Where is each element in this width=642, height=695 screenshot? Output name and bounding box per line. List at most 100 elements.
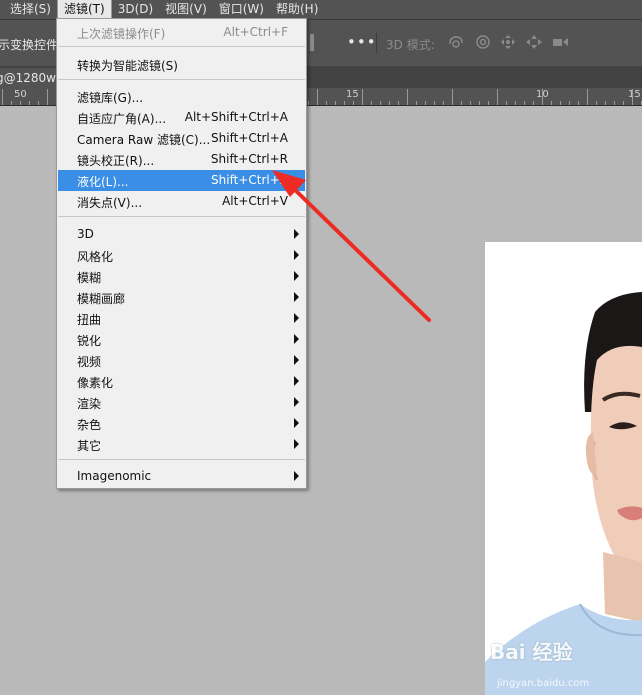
show-transform-controls-label[interactable]: 示变换控件 [0,36,58,53]
menu-item-shortcut: Alt+Ctrl+V [222,194,288,208]
menu-item-convert-smart-filter[interactable]: 转换为智能滤镜(S) [58,54,305,75]
submenu-arrow-icon [294,271,299,281]
scale-3d-icon[interactable] [551,34,569,50]
menu-select[interactable]: 选择(S) [4,0,57,19]
menu-item-label: 转换为智能滤镜(S) [77,59,178,73]
menu-item-vanishing-point[interactable]: 消失点(V)... Alt+Ctrl+V [58,191,305,212]
ruler-tick [542,89,543,105]
menu-item-shortcut: Shift+Ctrl+X [211,173,288,187]
ruler-tick [407,89,408,105]
menu-item-label: 模糊 [77,271,102,285]
ruler-tick [371,101,372,105]
ruler-tick [416,101,417,105]
ruler-tick [29,101,30,105]
menu-item-stylize[interactable]: 风格化 [58,245,305,266]
menu-item-label: 自适应广角(A)... [77,112,167,126]
ruler-tick [353,101,354,105]
ruler-tick [587,89,588,105]
menu-item-other[interactable]: 其它 [58,434,305,455]
ruler-tick [479,101,480,105]
menu-item-imagenomic[interactable]: Imagenomic [58,466,305,487]
menu-item-label: 3D [77,227,94,241]
document-tab[interactable]: g@1280w [0,68,64,88]
menu-item-camera-raw[interactable]: Camera Raw 滤镜(C)... Shift+Ctrl+A [58,128,305,149]
menu-item-label: 滤镜库(G)... [77,91,144,105]
menu-item-shortcut: Shift+Ctrl+A [211,131,288,145]
ruler-tick [497,89,498,105]
menu-item-label: 其它 [77,439,102,453]
ruler-tick [2,89,3,105]
ruler-tick [20,101,21,105]
ruler-tick [335,101,336,105]
menu-filter[interactable]: 滤镜(T) [56,0,112,19]
roll-3d-icon[interactable] [474,34,492,50]
ruler-tick [443,101,444,105]
pan-3d-icon[interactable] [499,34,517,50]
ruler-tick [389,101,390,105]
slide-3d-icon[interactable] [525,34,543,50]
ruler-tick [560,101,561,105]
ruler-label: 50 [14,89,27,100]
toolbar-divider [376,33,377,53]
portrait-photo [485,242,642,695]
menu-item-shortcut: Alt+Ctrl+F [223,25,288,39]
menu-item-label: 渲染 [77,397,102,411]
ruler-tick [470,101,471,105]
menu-item-sharpen[interactable]: 锐化 [58,329,305,350]
ruler-tick [614,101,615,105]
submenu-arrow-icon [294,292,299,302]
submenu-arrow-icon [294,313,299,323]
menu-item-blur[interactable]: 模糊 [58,266,305,287]
menu-item-render[interactable]: 渲染 [58,392,305,413]
menu-item-noise[interactable]: 杂色 [58,413,305,434]
menu-item-adaptive-wide-angle[interactable]: 自适应广角(A)... Alt+Shift+Ctrl+A [58,107,305,128]
menu-view[interactable]: 视图(V) [159,0,213,19]
submenu-arrow-icon [294,376,299,386]
menu-window[interactable]: 窗口(W) [213,0,270,19]
ruler-tick [569,101,570,105]
ruler-label: 15 [628,89,641,100]
menu-separator [58,459,305,460]
menu-3d[interactable]: 3D(D) [112,0,159,19]
menu-item-label: 上次滤镜操作(F) [77,27,166,41]
menu-item-shortcut: Alt+Shift+Ctrl+A [184,110,288,124]
menu-item-video[interactable]: 视频 [58,350,305,371]
menu-item-label: Imagenomic [77,469,152,483]
rotate-3d-icon[interactable] [447,34,465,50]
ruler-tick [344,101,345,105]
menu-item-label: 杂色 [77,418,102,432]
menu-item-liquify[interactable]: 液化(L)... Shift+Ctrl+X [58,170,305,191]
baidu-watermark: Bai 经验 [490,640,573,664]
submenu-arrow-icon [294,250,299,260]
ruler-tick [488,101,489,105]
ruler-tick [551,101,552,105]
menu-item-filter-gallery[interactable]: 滤镜库(G)... [58,86,305,107]
more-options-button[interactable]: ••• [347,33,377,51]
ruler-tick [398,101,399,105]
ruler-label: 15 [346,89,359,100]
submenu-arrow-icon [294,439,299,449]
menu-item-3d[interactable]: 3D [58,224,305,245]
submenu-arrow-icon [294,418,299,428]
ruler-tick [515,101,516,105]
ruler-tick [380,101,381,105]
menu-item-last-filter[interactable]: 上次滤镜操作(F) Alt+Ctrl+F [58,22,305,43]
ruler-tick [317,89,318,105]
menu-item-label: 视频 [77,355,102,369]
mode-3d-label: 3D 模式: [386,38,435,52]
ruler-tick [578,101,579,105]
menu-item-label: 镜头校正(R)... [77,154,155,168]
align-stub-icon [310,34,314,51]
menu-item-distort[interactable]: 扭曲 [58,308,305,329]
ruler-tick [461,101,462,105]
menu-item-pixelate[interactable]: 像素化 [58,371,305,392]
menu-item-label: 风格化 [77,250,114,264]
ruler-tick [632,89,633,105]
menu-item-lens-correction[interactable]: 镜头校正(R)... Shift+Ctrl+R [58,149,305,170]
submenu-arrow-icon [294,355,299,365]
menu-help[interactable]: 帮助(H) [270,0,324,19]
menu-bar: 选择(S) 滤镜(T) 3D(D) 视图(V) 窗口(W) 帮助(H) [0,0,642,19]
menu-item-label: Camera Raw 滤镜(C)... [77,133,211,147]
menu-item-blur-gallery[interactable]: 模糊画廊 [58,287,305,308]
menu-item-label: 锐化 [77,334,102,348]
